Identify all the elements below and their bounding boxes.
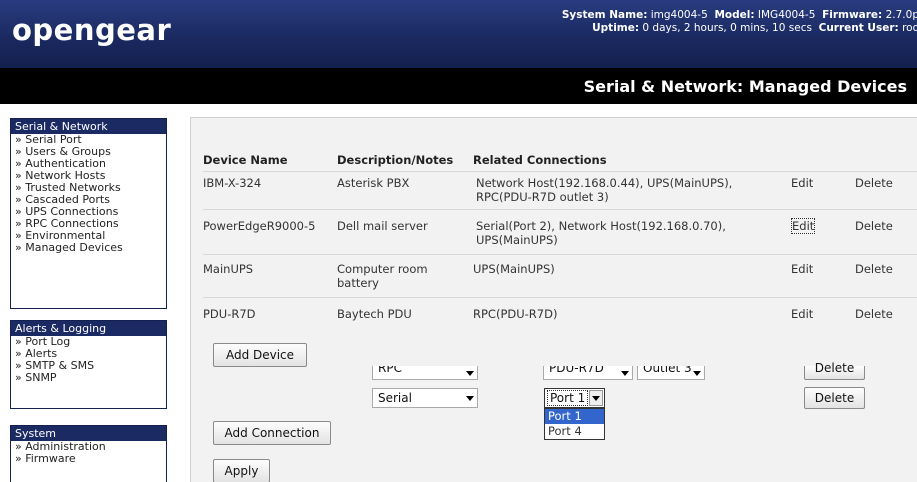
opengear-logo: opengear xyxy=(12,13,172,47)
rpc-target-value: PDU-R7D xyxy=(549,366,604,375)
system-name-label: System Name: xyxy=(561,9,648,21)
sidebar-item-trusted-networks[interactable]: » Trusted Networks xyxy=(11,182,166,194)
device-description: Computer room battery xyxy=(337,253,473,297)
uptime-value: 0 days, 2 hours, 0 mins, 10 secs xyxy=(642,22,812,34)
device-description: Baytech PDU xyxy=(337,296,473,323)
serial-port-value: Port 1 xyxy=(547,390,589,406)
edit-link-text[interactable]: Edit xyxy=(791,217,816,234)
sidebar-heading-serial-network: Serial & Network xyxy=(11,119,166,134)
column-header-description: Description/Notes xyxy=(337,152,454,167)
sidebar-item-network-hosts[interactable]: » Network Hosts xyxy=(11,170,166,182)
connection-type-select-1[interactable]: RPC xyxy=(372,366,478,380)
sidebar-item-cascaded-ports[interactable]: » Cascaded Ports xyxy=(11,194,166,206)
sidebar-item-ups-connections[interactable]: » UPS Connections xyxy=(11,206,166,218)
device-name: MainUPS xyxy=(203,253,337,297)
model-value: IMG4004-5 xyxy=(757,9,816,21)
device-connections: RPC(PDU-R7D) xyxy=(473,296,791,323)
table-row: PDU-R7D Baytech PDU RPC(PDU-R7D) Edit De… xyxy=(203,296,917,323)
sidebar-item-administration[interactable]: » Administration xyxy=(11,441,166,453)
managed-devices-table: Device Name Description/Notes Related Co… xyxy=(203,149,917,323)
column-header-device-name: Device Name xyxy=(203,152,288,167)
sidebar-item-alerts[interactable]: » Alerts xyxy=(11,348,166,360)
connection-type-value-1: RPC xyxy=(378,366,402,375)
add-connection-button[interactable]: Add Connection xyxy=(213,421,331,445)
sidebar-heading-alerts: Alerts & Logging xyxy=(11,321,166,336)
system-info: System Name: img4004-5 Model: IMG4004-5 … xyxy=(499,9,917,35)
chevron-down-icon xyxy=(621,371,629,376)
current-user-value: roo xyxy=(902,22,917,34)
rpc-outlet-select[interactable]: Outlet 3 xyxy=(637,366,705,380)
rpc-outlet-value: Outlet 3 xyxy=(643,366,692,375)
device-connections: Network Host(192.168.0.44), UPS(MainUPS)… xyxy=(473,170,791,209)
connection-type-select-2[interactable]: Serial xyxy=(372,388,478,408)
column-header-related-connections: Related Connections xyxy=(473,152,607,167)
delete-link[interactable]: Delete xyxy=(855,170,917,209)
delete-link[interactable]: Delete xyxy=(855,253,917,297)
sidebar-item-managed-devices[interactable]: » Managed Devices xyxy=(11,242,166,254)
header-bar: opengear System Name: img4004-5 Model: I… xyxy=(0,0,917,68)
apply-button[interactable]: Apply xyxy=(213,459,270,482)
edit-link[interactable]: Edit xyxy=(791,296,855,323)
sidebar-item-firmware[interactable]: » Firmware xyxy=(11,453,166,465)
device-name: PDU-R7D xyxy=(203,296,337,323)
device-connections: UPS(MainUPS) xyxy=(473,253,791,297)
delete-link[interactable]: Delete xyxy=(855,296,917,323)
sidebar-item-environmental[interactable]: » Environmental xyxy=(11,230,166,242)
sidebar-item-serial-port[interactable]: » Serial Port xyxy=(11,134,166,146)
firmware-label: Firmware: xyxy=(822,9,883,21)
device-connections: Serial(Port 2), Network Host(192.168.0.7… xyxy=(473,208,791,254)
sidebar-item-users-groups[interactable]: » Users & Groups xyxy=(11,146,166,158)
delete-connection-button-2[interactable]: Delete xyxy=(804,387,865,409)
sidebar-alerts-logging: Alerts & Logging » Port Log » Alerts » S… xyxy=(10,320,167,409)
delete-connection-button-1[interactable]: Delete xyxy=(804,362,865,380)
chevron-down-icon xyxy=(693,371,701,376)
sidebar-item-snmp[interactable]: » SNMP xyxy=(11,372,166,384)
device-name: IBM-X-324 xyxy=(203,170,337,209)
dropdown-option-port-4[interactable]: Port 4 xyxy=(545,424,604,439)
page-title: Serial & Network: Managed Devices xyxy=(583,77,907,96)
sidebar-item-port-log[interactable]: » Port Log xyxy=(11,336,166,348)
firmware-value: 2.7.0p xyxy=(885,9,917,21)
system-name-value: img4004-5 xyxy=(650,9,708,21)
edit-link[interactable]: Edit xyxy=(791,170,855,209)
model-label: Model: xyxy=(714,9,755,21)
chevron-down-icon xyxy=(592,396,600,401)
add-device-button[interactable]: Add Device xyxy=(213,343,307,367)
table-row: IBM-X-324 Asterisk PBX Network Host(192.… xyxy=(203,170,917,209)
sidebar-item-authentication[interactable]: » Authentication xyxy=(11,158,166,170)
rpc-target-select[interactable]: PDU-R7D xyxy=(543,366,633,380)
uptime-label: Uptime: xyxy=(592,22,640,34)
serial-port-select[interactable]: Port 1 xyxy=(544,388,605,408)
chevron-down-icon xyxy=(466,371,474,376)
table-row: PowerEdgeR9000-5 Dell mail server Serial… xyxy=(203,208,917,254)
chevron-down-icon xyxy=(466,396,474,401)
sidebar-system: System » Administration » Firmware xyxy=(10,425,167,482)
dropdown-button[interactable] xyxy=(589,390,603,406)
edit-link[interactable]: Edit xyxy=(791,208,855,254)
device-description: Dell mail server xyxy=(337,208,473,254)
delete-link[interactable]: Delete xyxy=(855,208,917,254)
sidebar-heading-system: System xyxy=(11,426,166,441)
edit-link[interactable]: Edit xyxy=(791,253,855,297)
current-user-label: Current User: xyxy=(818,22,899,34)
port-dropdown-list: Port 1 Port 4 xyxy=(544,408,605,440)
connection-type-value-2: Serial xyxy=(378,391,412,405)
device-name: PowerEdgeR9000-5 xyxy=(203,208,337,254)
table-row: MainUPS Computer room battery UPS(MainUP… xyxy=(203,253,917,297)
device-description: Asterisk PBX xyxy=(337,170,473,209)
title-bar: Serial & Network: Managed Devices xyxy=(0,68,917,104)
sidebar-item-smtp-sms[interactable]: » SMTP & SMS xyxy=(11,360,166,372)
dropdown-option-port-1[interactable]: Port 1 xyxy=(545,409,604,424)
sidebar-item-rpc-connections[interactable]: » RPC Connections xyxy=(11,218,166,230)
table-header-row: Device Name Description/Notes Related Co… xyxy=(203,149,917,171)
sidebar-serial-network: Serial & Network » Serial Port » Users &… xyxy=(10,118,167,309)
